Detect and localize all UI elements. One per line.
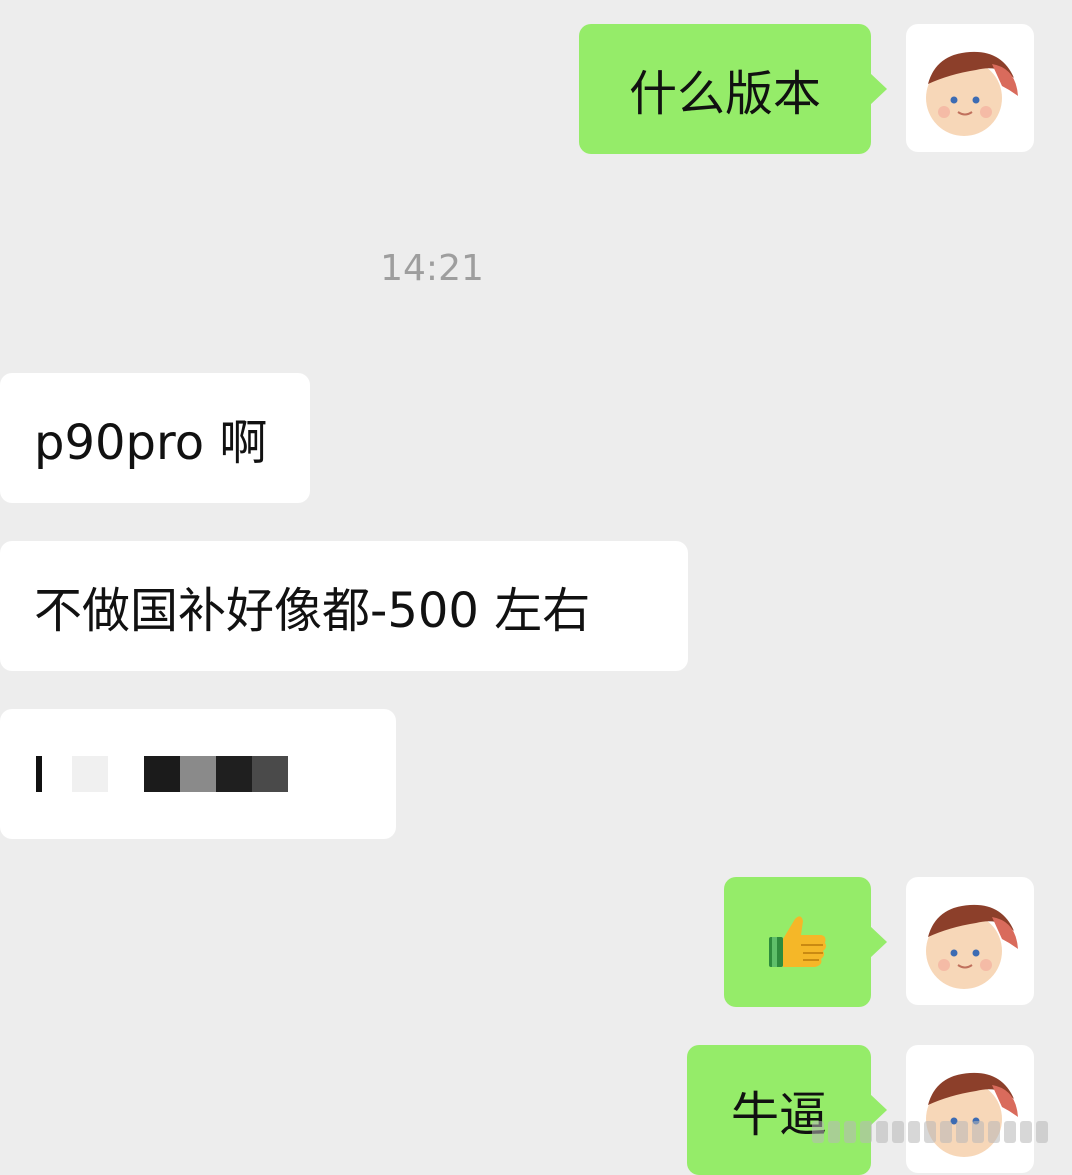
thumbs-up-icon — [768, 916, 826, 967]
message-bubble-outgoing[interactable]: 牛逼 — [687, 1045, 887, 1175]
censor-pixel — [36, 756, 42, 792]
message-bubble-outgoing[interactable]: 什么版本 — [579, 24, 887, 154]
message-text: 不做国补好像都-500 左右 — [34, 583, 591, 639]
avatar-face-icon — [926, 1072, 1018, 1157]
watermark — [812, 1118, 1062, 1146]
censor-pixel — [144, 756, 180, 792]
censor-pixel — [252, 756, 288, 792]
chat-screen: { "conversation": { "messages": [ {"side… — [0, 0, 1072, 1175]
message-bubble-incoming[interactable]: 不做国补好像都-500 左右 — [0, 541, 688, 671]
message-bubble-incoming[interactable]: p90pro 啊 — [0, 373, 310, 503]
avatar[interactable] — [906, 24, 1034, 152]
censor-pixel — [216, 756, 252, 792]
censor-pixel — [180, 756, 216, 792]
message-text: p90pro 啊 — [34, 415, 268, 471]
avatar[interactable] — [906, 1045, 1034, 1173]
message-bubble-outgoing[interactable] — [724, 877, 887, 1007]
avatar[interactable] — [906, 877, 1034, 1005]
message-text: 什么版本 — [628, 66, 821, 122]
timestamp: 14:21 — [380, 248, 484, 289]
avatar-face-icon — [926, 904, 1018, 989]
avatar-face-icon — [926, 51, 1018, 136]
censor-pixel — [72, 756, 108, 792]
